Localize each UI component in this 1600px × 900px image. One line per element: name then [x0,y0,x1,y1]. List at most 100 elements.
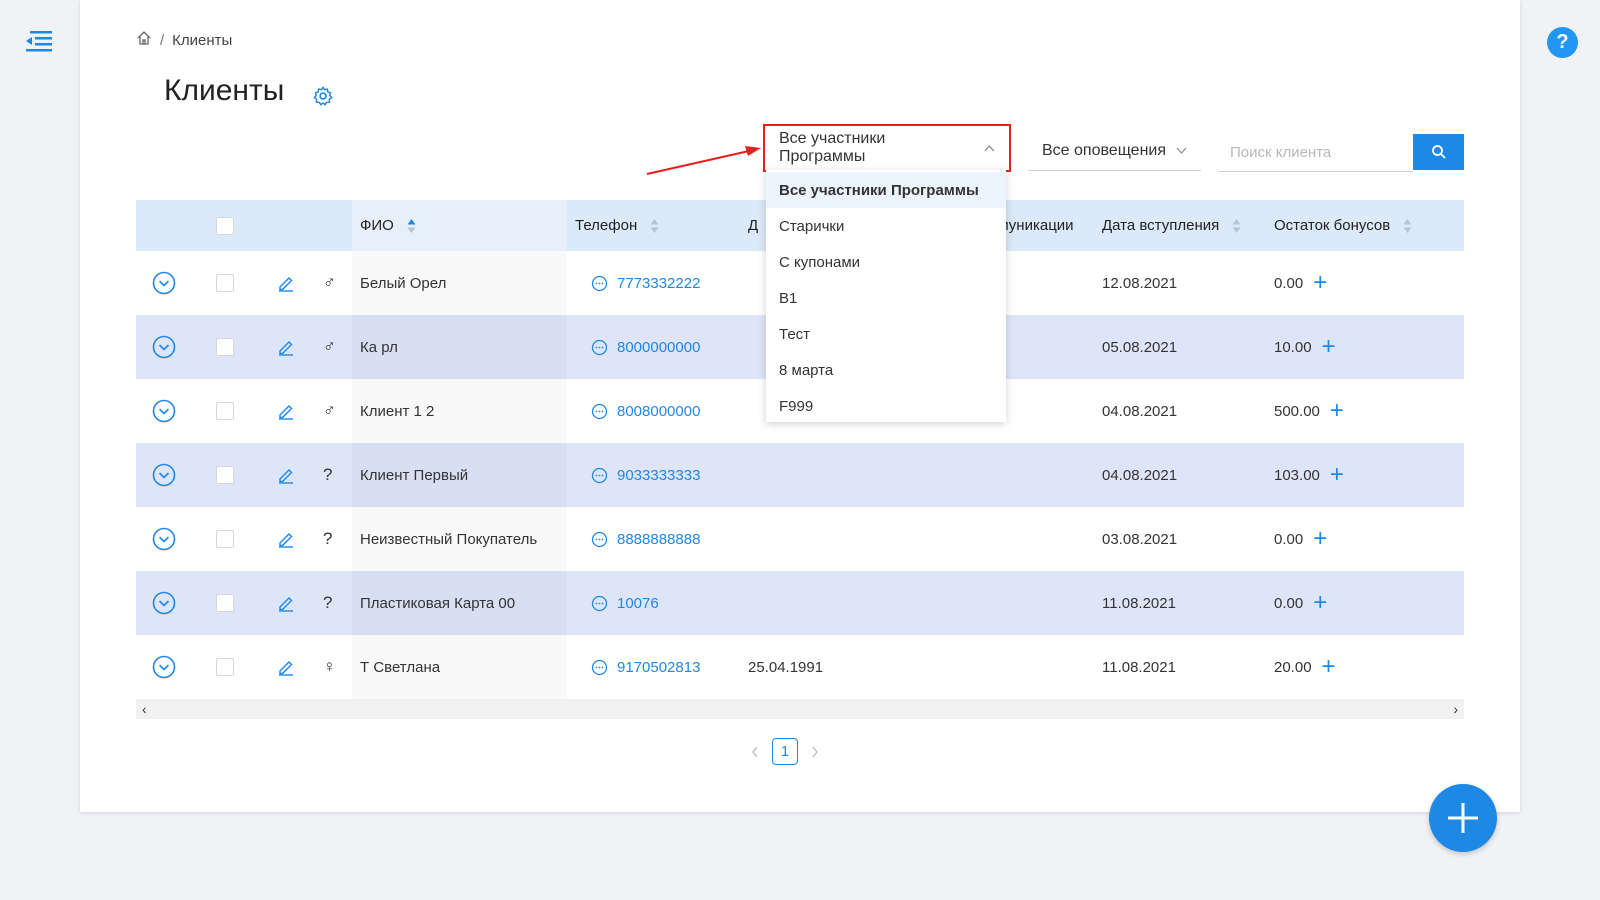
header-join-date[interactable]: Дата вступления [1102,200,1241,251]
pencil-icon[interactable] [277,594,295,612]
add-client-button[interactable] [1429,784,1497,852]
chevron-down-circle-icon[interactable] [152,591,176,615]
phone-link[interactable]: 8000000000 [617,339,700,356]
bonus-value: 0.00 [1274,530,1304,548]
chevron-down-circle-icon[interactable] [152,655,176,679]
pencil-icon[interactable] [277,338,295,356]
gender-icon: ♀ [323,657,336,676]
plus-icon[interactable]: + [1330,399,1344,423]
chevron-down-circle-icon[interactable] [152,271,176,295]
chevron-down-circle-icon[interactable] [152,399,176,423]
search-button[interactable] [1413,134,1464,170]
breadcrumb-separator: / [160,31,165,49]
notifications-filter-value: Все оповещения [1042,141,1167,159]
row-checkbox[interactable] [216,402,234,420]
message-bubble-icon [591,467,608,483]
pencil-icon[interactable] [277,402,295,420]
table-row[interactable]: ? Пластиковая Карта 00 10076 11.08.2021 … [136,571,1464,635]
message-bubble-icon [591,531,608,547]
header-fio[interactable]: ФИО [360,200,416,251]
page-number[interactable]: 1 [772,738,798,765]
dropdown-option[interactable]: F999 [766,388,1006,424]
plus-icon[interactable]: + [1313,271,1327,295]
dropdown-option[interactable]: С купонами [766,244,1006,280]
table-row[interactable]: ? Неизвестный Покупатель 8888888888 03.0… [136,507,1464,571]
join-date: 11.08.2021 [1102,594,1176,612]
pencil-icon[interactable] [277,530,295,548]
gender-icon: ♂ [323,337,336,356]
horizontal-scrollbar[interactable]: ‹ › [136,699,1464,719]
row-checkbox[interactable] [216,530,234,548]
phone-link[interactable]: 10076 [617,595,659,612]
plus-icon[interactable]: + [1322,335,1336,359]
help-icon[interactable]: ? [1547,27,1578,58]
row-checkbox[interactable] [216,594,234,612]
phone-link[interactable]: 8008000000 [617,403,700,420]
phone-link[interactable]: 7773332222 [617,275,700,292]
gear-icon[interactable] [312,85,334,107]
pencil-icon[interactable] [277,274,295,292]
client-name: Ка рл [360,338,398,356]
dropdown-option[interactable]: Все участники Программы [766,172,1006,208]
dropdown-option[interactable]: B1 [766,280,1006,316]
chevron-down-circle-icon[interactable] [152,463,176,487]
header-partial: Д [748,217,759,234]
header-phone[interactable]: Телефон [575,200,659,251]
prev-page-icon[interactable] [750,745,760,759]
bonus-value: 103.00 [1274,466,1320,484]
chevron-down-icon [1176,147,1187,154]
add-fab-icon [1448,803,1478,833]
scroll-right-icon[interactable]: › [1453,701,1458,717]
sort-icon[interactable] [650,218,659,234]
pencil-icon[interactable] [277,466,295,484]
bonus-value: 10.00 [1274,338,1312,356]
dropdown-option[interactable]: 8 марта [766,352,1006,388]
header-bonus[interactable]: Остаток бонусов [1274,200,1412,251]
phone-link[interactable]: 9033333333 [617,467,700,484]
bonus-value: 20.00 [1274,658,1312,676]
row-checkbox[interactable] [216,658,234,676]
breadcrumb-current: Клиенты [172,31,233,49]
row-checkbox[interactable] [216,338,234,356]
join-date: 03.08.2021 [1102,530,1178,548]
join-date: 04.08.2021 [1102,402,1178,420]
plus-icon[interactable]: + [1330,463,1344,487]
plus-icon[interactable]: + [1313,527,1327,551]
table-row[interactable]: ? Клиент Первый 9033333333 04.08.2021 10… [136,443,1464,507]
row-checkbox[interactable] [216,466,234,484]
plus-icon[interactable]: + [1313,591,1327,615]
pagination: 1 [750,738,820,765]
join-date: 04.08.2021 [1102,466,1178,484]
next-page-icon[interactable] [810,745,820,759]
sort-icon[interactable] [407,218,416,234]
dropdown-option[interactable]: Тест [766,316,1006,352]
table-row[interactable]: ♀ Т Светлана 9170502813 25.04.1991 11.08… [136,635,1464,699]
phone-link[interactable]: 9170502813 [617,659,700,676]
home-icon[interactable] [136,30,152,50]
phone-link[interactable]: 8888888888 [617,531,700,548]
notifications-filter-select[interactable]: Все оповещения [1028,131,1201,171]
menu-collapse-icon[interactable] [24,28,54,56]
chevron-down-circle-icon[interactable] [152,335,176,359]
program-filter-value: Все участники Программы [779,130,886,165]
client-name: Белый Орел [360,274,447,292]
page-title: Клиенты [164,74,285,107]
bonus-value: 500.00 [1274,402,1320,420]
client-name: Клиент 1 2 [360,402,435,420]
sort-icon[interactable] [1232,218,1241,234]
join-date: 11.08.2021 [1102,658,1176,676]
sort-icon[interactable] [1403,218,1412,234]
program-filter-select[interactable]: Все участники Программы [763,124,1011,172]
scroll-left-icon[interactable]: ‹ [142,701,147,717]
gender-icon: ♂ [323,273,336,292]
row-checkbox[interactable] [216,274,234,292]
plus-icon[interactable]: + [1322,655,1336,679]
search-input[interactable] [1218,134,1413,172]
client-name: Неизвестный Покупатель [360,530,538,548]
dropdown-option[interactable]: Старички [766,208,1006,244]
client-name: Пластиковая Карта 00 [360,594,516,612]
select-all-checkbox[interactable] [216,216,234,235]
chevron-down-circle-icon[interactable] [152,527,176,551]
birth-date: 25.04.1991 [748,658,824,676]
pencil-icon[interactable] [277,658,295,676]
